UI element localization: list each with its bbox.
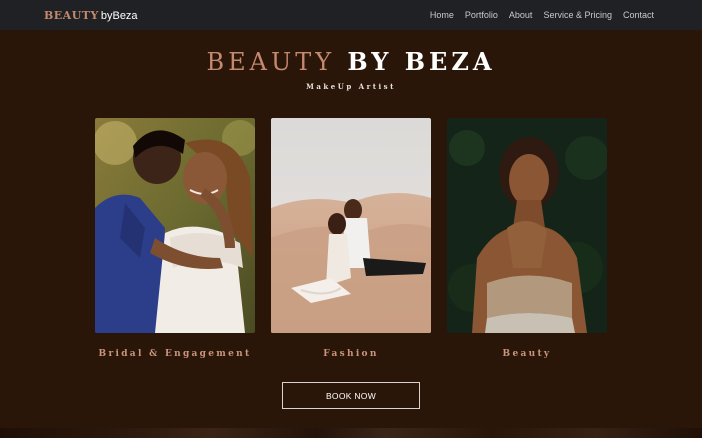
card-label-fashion: Fashion	[323, 349, 379, 359]
hero-title: BEAUTY BY BEZA	[0, 47, 702, 76]
card-beauty[interactable]: Beauty	[447, 118, 607, 370]
book-now-button[interactable]: BOOK NOW	[282, 382, 420, 409]
card-fashion[interactable]: Fashion	[271, 118, 431, 370]
portfolio-cards: Bridal & Engagement Fashion Beauty	[95, 118, 607, 370]
nav-link-service-pricing[interactable]: Service & Pricing	[543, 10, 612, 20]
bridal-couple-photo	[95, 118, 255, 333]
brand-name-part2: byBeza	[100, 9, 138, 22]
fashion-desert-photo	[271, 118, 431, 333]
main-nav: Home Portfolio About Service & Pricing C…	[430, 10, 654, 20]
brand-logo[interactable]: BEAUTY byBeza	[44, 9, 138, 22]
top-navbar: BEAUTY byBeza Home Portfolio About Servi…	[0, 0, 702, 30]
beauty-portrait-photo	[447, 118, 607, 333]
brand-name-part1: BEAUTY	[44, 8, 99, 22]
nav-link-portfolio[interactable]: Portfolio	[465, 10, 498, 20]
hero-title-part2: BY BEZA	[347, 47, 496, 76]
nav-link-about[interactable]: About	[509, 10, 533, 20]
next-section-preview	[0, 428, 702, 438]
hero-title-part1: BEAUTY	[206, 48, 336, 76]
hero-subtitle: MakeUp Artist	[306, 82, 396, 91]
card-bridal-engagement[interactable]: Bridal & Engagement	[95, 118, 255, 370]
nav-link-contact[interactable]: Contact	[623, 10, 654, 20]
card-label-beauty: Beauty	[502, 349, 552, 359]
card-label-bridal-engagement: Bridal & Engagement	[98, 349, 252, 359]
nav-link-home[interactable]: Home	[430, 10, 454, 20]
